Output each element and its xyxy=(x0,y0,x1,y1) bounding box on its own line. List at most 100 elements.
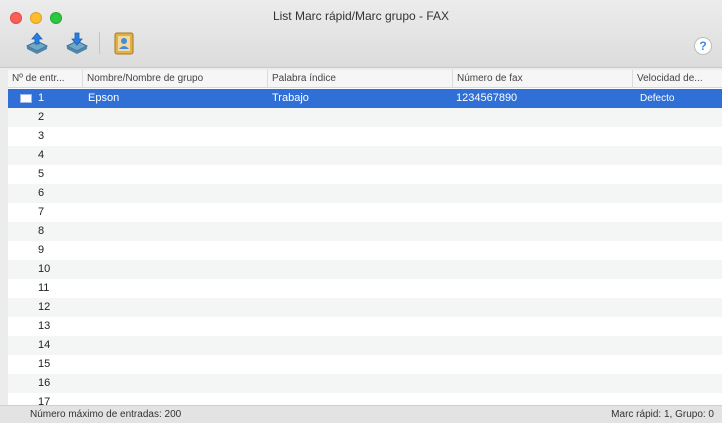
name-cell xyxy=(88,241,268,260)
speed-cell xyxy=(640,184,720,203)
entry-number-cell: 17 xyxy=(38,396,51,405)
fax-number-cell xyxy=(456,241,631,260)
main-window: List Marc rápid/Marc grupo - FAX ? Nº de… xyxy=(0,0,722,423)
index-word-cell xyxy=(272,260,452,279)
name-cell xyxy=(88,222,268,241)
name-cell xyxy=(88,127,268,146)
index-word-cell xyxy=(272,317,452,336)
column-header-entry-number[interactable]: Nº de entr... xyxy=(8,70,83,88)
window-title: List Marc rápid/Marc grupo - FAX xyxy=(272,9,450,23)
name-cell xyxy=(88,298,268,317)
speed-cell xyxy=(640,146,720,165)
speed-cell xyxy=(640,127,720,146)
speed-cell xyxy=(640,279,720,298)
table-row[interactable]: 10 xyxy=(8,260,722,279)
entry-number-cell: 8 xyxy=(38,225,45,237)
entry-number-cell: 14 xyxy=(38,339,51,351)
table-row[interactable]: 8 xyxy=(8,222,722,241)
table-row[interactable]: 3 xyxy=(8,127,722,146)
fax-number-cell xyxy=(456,374,631,393)
name-cell xyxy=(88,336,268,355)
fax-number-cell xyxy=(456,336,631,355)
speed-cell xyxy=(640,108,720,127)
name-cell xyxy=(88,317,268,336)
speed-cell xyxy=(640,298,720,317)
entry-number-cell: 1 xyxy=(38,92,45,104)
entry-number-cell: 13 xyxy=(38,320,51,332)
table-row[interactable]: 5 xyxy=(8,165,722,184)
entry-number-cell: 16 xyxy=(38,377,51,389)
toolbar-separator xyxy=(99,32,100,54)
entry-number-cell: 9 xyxy=(38,244,45,256)
speed-cell xyxy=(640,317,720,336)
table-row[interactable]: 6 xyxy=(8,184,722,203)
fax-number-cell xyxy=(456,222,631,241)
table-row[interactable]: 1 Epson Trabajo 1234567890 Defecto xyxy=(8,89,722,108)
index-word-cell xyxy=(272,127,452,146)
index-word-cell xyxy=(272,108,452,127)
table-row[interactable]: 2 xyxy=(8,108,722,127)
index-word-cell xyxy=(272,393,452,405)
index-word-cell xyxy=(272,146,452,165)
table-row[interactable]: 15 xyxy=(8,355,722,374)
speed-cell xyxy=(640,165,720,184)
table-row[interactable]: 16 xyxy=(8,374,722,393)
name-cell xyxy=(88,374,268,393)
column-header-speed[interactable]: Velocidad de... xyxy=(633,70,722,88)
speed-dial-table[interactable]: Nº de entr... Nombre/Nombre de grupo Pal… xyxy=(8,70,722,405)
fax-number-cell xyxy=(456,355,631,374)
table-row[interactable]: 11 xyxy=(8,279,722,298)
index-word-cell xyxy=(272,355,452,374)
name-cell: Epson xyxy=(88,92,120,104)
speed-cell xyxy=(640,222,720,241)
title-toolbar-area: List Marc rápid/Marc grupo - FAX ? xyxy=(0,0,722,68)
table-row[interactable]: 17 xyxy=(8,393,722,405)
speed-group-count-status: Marc rápid: 1, Grupo: 0 xyxy=(611,409,714,420)
name-cell xyxy=(88,108,268,127)
index-word-cell xyxy=(272,298,452,317)
index-word-cell xyxy=(272,374,452,393)
fax-number-cell xyxy=(456,146,631,165)
table-row[interactable]: 14 xyxy=(8,336,722,355)
table-row[interactable]: 13 xyxy=(8,317,722,336)
name-cell xyxy=(88,146,268,165)
table-row[interactable]: 9 xyxy=(8,241,722,260)
fax-number-cell xyxy=(456,203,631,222)
fax-number-cell xyxy=(456,165,631,184)
download-fax-button[interactable] xyxy=(64,30,90,56)
table-row[interactable]: 12 xyxy=(8,298,722,317)
index-word-cell xyxy=(272,222,452,241)
group-contacts-button[interactable] xyxy=(111,30,137,56)
table-row[interactable]: 4 xyxy=(8,146,722,165)
entry-number-cell: 5 xyxy=(38,168,45,180)
speed-cell xyxy=(640,393,720,405)
upload-fax-button[interactable] xyxy=(24,30,50,56)
entry-number-cell: 10 xyxy=(38,263,51,275)
column-header-index-word[interactable]: Palabra índice xyxy=(268,70,453,88)
contact-card-icon xyxy=(20,94,32,103)
speed-cell xyxy=(640,260,720,279)
index-word-cell xyxy=(272,203,452,222)
entry-number-cell: 12 xyxy=(38,301,51,313)
column-header-fax-number[interactable]: Número de fax xyxy=(453,70,633,88)
name-cell xyxy=(88,355,268,374)
speed-cell: Defecto xyxy=(640,93,675,104)
index-word-cell xyxy=(272,165,452,184)
fax-number-cell xyxy=(456,260,631,279)
column-header-name[interactable]: Nombre/Nombre de grupo xyxy=(83,70,268,88)
help-button[interactable]: ? xyxy=(694,37,712,55)
entry-number-cell: 3 xyxy=(38,130,45,142)
index-word-cell xyxy=(272,336,452,355)
name-cell xyxy=(88,279,268,298)
fax-number-cell xyxy=(456,279,631,298)
entry-number-cell: 15 xyxy=(38,358,51,370)
speed-cell xyxy=(640,336,720,355)
name-cell xyxy=(88,393,268,405)
speed-cell xyxy=(640,355,720,374)
table-row[interactable]: 7 xyxy=(8,203,722,222)
index-word-cell xyxy=(272,279,452,298)
max-entries-status: Número máximo de entradas: 200 xyxy=(30,409,182,420)
speed-cell xyxy=(640,374,720,393)
status-bar: Número máximo de entradas: 200 Marc rápi… xyxy=(0,405,722,423)
index-word-cell xyxy=(272,184,452,203)
